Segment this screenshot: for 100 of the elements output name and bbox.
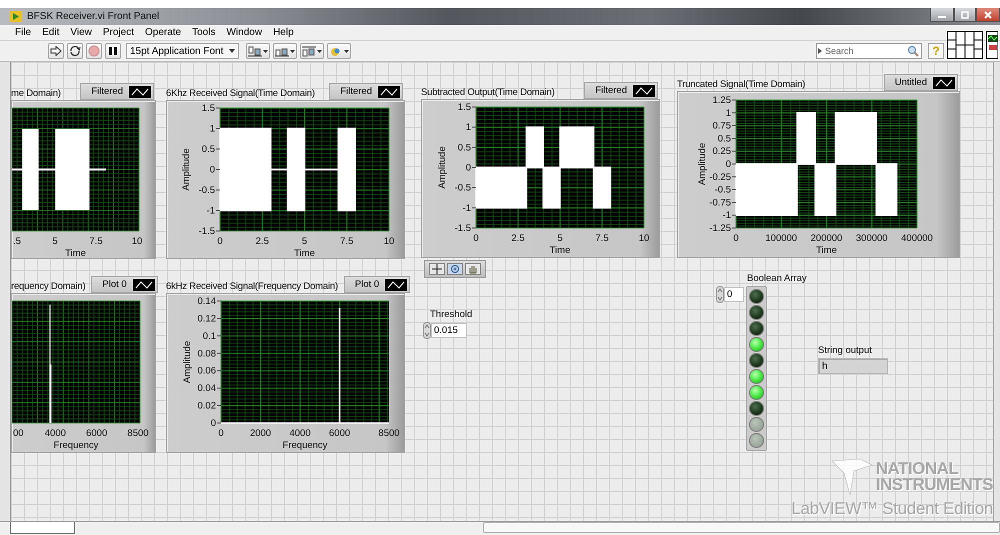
axis-tick-label: 0.5 <box>718 133 731 144</box>
line-sample-icon <box>385 278 408 290</box>
axis-tick-label: 1.5 <box>458 102 471 113</box>
graph-title: requency Domain) <box>11 281 86 293</box>
axis-title: Time <box>294 248 315 258</box>
caret-icon <box>317 50 322 52</box>
axis-tick-label: 1.5 <box>202 103 215 114</box>
zoom-icon <box>450 264 460 274</box>
axis-tick-label: 0.5 <box>458 142 471 154</box>
axis-tick-label: 1 <box>210 124 215 134</box>
caret-icon <box>263 50 268 52</box>
hand-icon <box>468 264 478 274</box>
axis-tick-label: 2.5 <box>511 233 525 244</box>
vertical-scrollbar[interactable] <box>993 62 1000 521</box>
axis-tick-label: 2000 <box>250 428 272 439</box>
plot-legend[interactable]: Filtered <box>80 83 154 100</box>
string-indicator: h <box>818 358 888 374</box>
vi-icon <box>986 31 998 59</box>
caret-icon <box>229 49 236 53</box>
menu-item[interactable]: Operate <box>144 27 182 38</box>
plot-legend[interactable]: Filtered <box>329 83 403 100</box>
menu-item[interactable]: Help <box>273 27 294 38</box>
axis-tick-label: -1.5 <box>198 226 215 237</box>
axis-tick-label: 4000 <box>290 428 311 439</box>
axis-tick-label: -0.5 <box>714 184 731 196</box>
run-button[interactable] <box>48 43 64 59</box>
font-dropdown[interactable]: 15pt Application Font <box>126 43 240 59</box>
pause-icon <box>108 46 118 56</box>
brand-text: NATIONAL <box>876 461 960 477</box>
axis-tick-label: 0 <box>217 236 223 247</box>
pan-button[interactable] <box>465 263 481 275</box>
axis-tick-label: -1 <box>206 206 215 216</box>
search-field[interactable]: Search <box>816 43 922 59</box>
axis-tick-label: -0.5 <box>198 185 215 196</box>
plot-legend[interactable]: Filtered <box>584 82 658 99</box>
plot-legend[interactable]: Plot 0 <box>91 276 158 293</box>
distribute-objects-button[interactable] <box>273 43 298 59</box>
axis-tick-label: 6000 <box>329 428 350 439</box>
restore-icon <box>961 10 969 18</box>
axis-tick-label: -0.75 <box>709 197 731 208</box>
axis-tick-label: 7.5 <box>595 233 609 244</box>
spinner-icon[interactable] <box>423 322 431 339</box>
axis-tick-label: 300000 <box>856 233 888 244</box>
crosshair-icon <box>432 264 442 274</box>
menu-item[interactable]: File <box>15 27 32 38</box>
axis-tick-label: 5 <box>557 233 563 244</box>
axis-tick-label: 00 <box>13 428 24 439</box>
graph-title: Subtracted Output(Time Domain) <box>421 87 555 99</box>
axis-tick-label: -0.25 <box>709 172 731 183</box>
axis-tick-label: 0.02 <box>198 400 216 412</box>
cycle-arrows-icon <box>69 45 81 57</box>
axis-tick-label: -1 <box>462 202 471 214</box>
axis-tick-label: -0.5 <box>454 182 471 194</box>
axis-tick-label: -1.5 <box>454 223 471 234</box>
axis-tick-label: 5 <box>302 236 308 247</box>
axis-tick-label: 0.04 <box>198 383 216 394</box>
horizontal-scrollbar[interactable] <box>482 522 1000 533</box>
restore-button[interactable] <box>954 8 976 22</box>
axis-tick-label: 0 <box>218 428 224 439</box>
axis-tick-label: 4000 <box>44 428 66 439</box>
menu-item[interactable]: Window <box>226 27 262 38</box>
minimize-button[interactable] <box>930 8 954 22</box>
stop-circle-icon <box>88 45 100 57</box>
axis-tick-label: .5 <box>13 236 21 247</box>
axis-tick-label: 1 <box>726 108 731 119</box>
axis-tick-label: 10 <box>384 236 394 247</box>
spinner-icon[interactable] <box>716 286 724 303</box>
align-icon <box>275 46 290 56</box>
axis-tick-label: 0.12 <box>198 313 216 324</box>
menu-item[interactable]: Tools <box>192 27 216 38</box>
menu-item[interactable]: View <box>70 27 92 38</box>
pause-button[interactable] <box>105 43 121 59</box>
menu-item[interactable]: Project <box>102 27 134 38</box>
axis-tick-label: 0 <box>466 162 471 174</box>
index-field[interactable]: 0 <box>724 287 744 302</box>
axis-tick-label: 0.06 <box>198 366 216 377</box>
caret-icon <box>290 50 296 52</box>
axis-tick-label: 5 <box>52 236 58 247</box>
resize-objects-button[interactable] <box>300 43 324 59</box>
axis-tick-label: 200000 <box>810 233 842 244</box>
brand-text: INSTRUMENTS <box>876 477 993 493</box>
axis-title: Amplitude <box>181 148 192 191</box>
plot-legend[interactable]: Plot 0 <box>344 276 410 293</box>
run-continuously-button[interactable] <box>67 43 83 59</box>
app-icon <box>10 11 22 22</box>
cursor-button[interactable] <box>429 263 445 275</box>
zoom-button[interactable] <box>447 263 463 275</box>
window-title: BFSK Receiver.vi Front Panel <box>27 11 160 22</box>
axis-title: Time <box>65 248 86 258</box>
align-objects-button[interactable] <box>246 43 270 59</box>
axis-tick-label: 2.5 <box>256 236 269 247</box>
status-tab[interactable] <box>10 522 75 534</box>
menu-item[interactable]: Edit <box>42 27 60 38</box>
axis-title: Time <box>550 245 570 256</box>
plot-legend[interactable]: Untitled <box>884 74 958 91</box>
graph-title: me Domain) <box>11 88 61 100</box>
numeric-field[interactable]: 0.015 <box>431 323 467 338</box>
close-button[interactable] <box>976 8 1000 22</box>
axis-tick-label: 7.5 <box>89 236 103 247</box>
search-icon <box>907 45 919 57</box>
